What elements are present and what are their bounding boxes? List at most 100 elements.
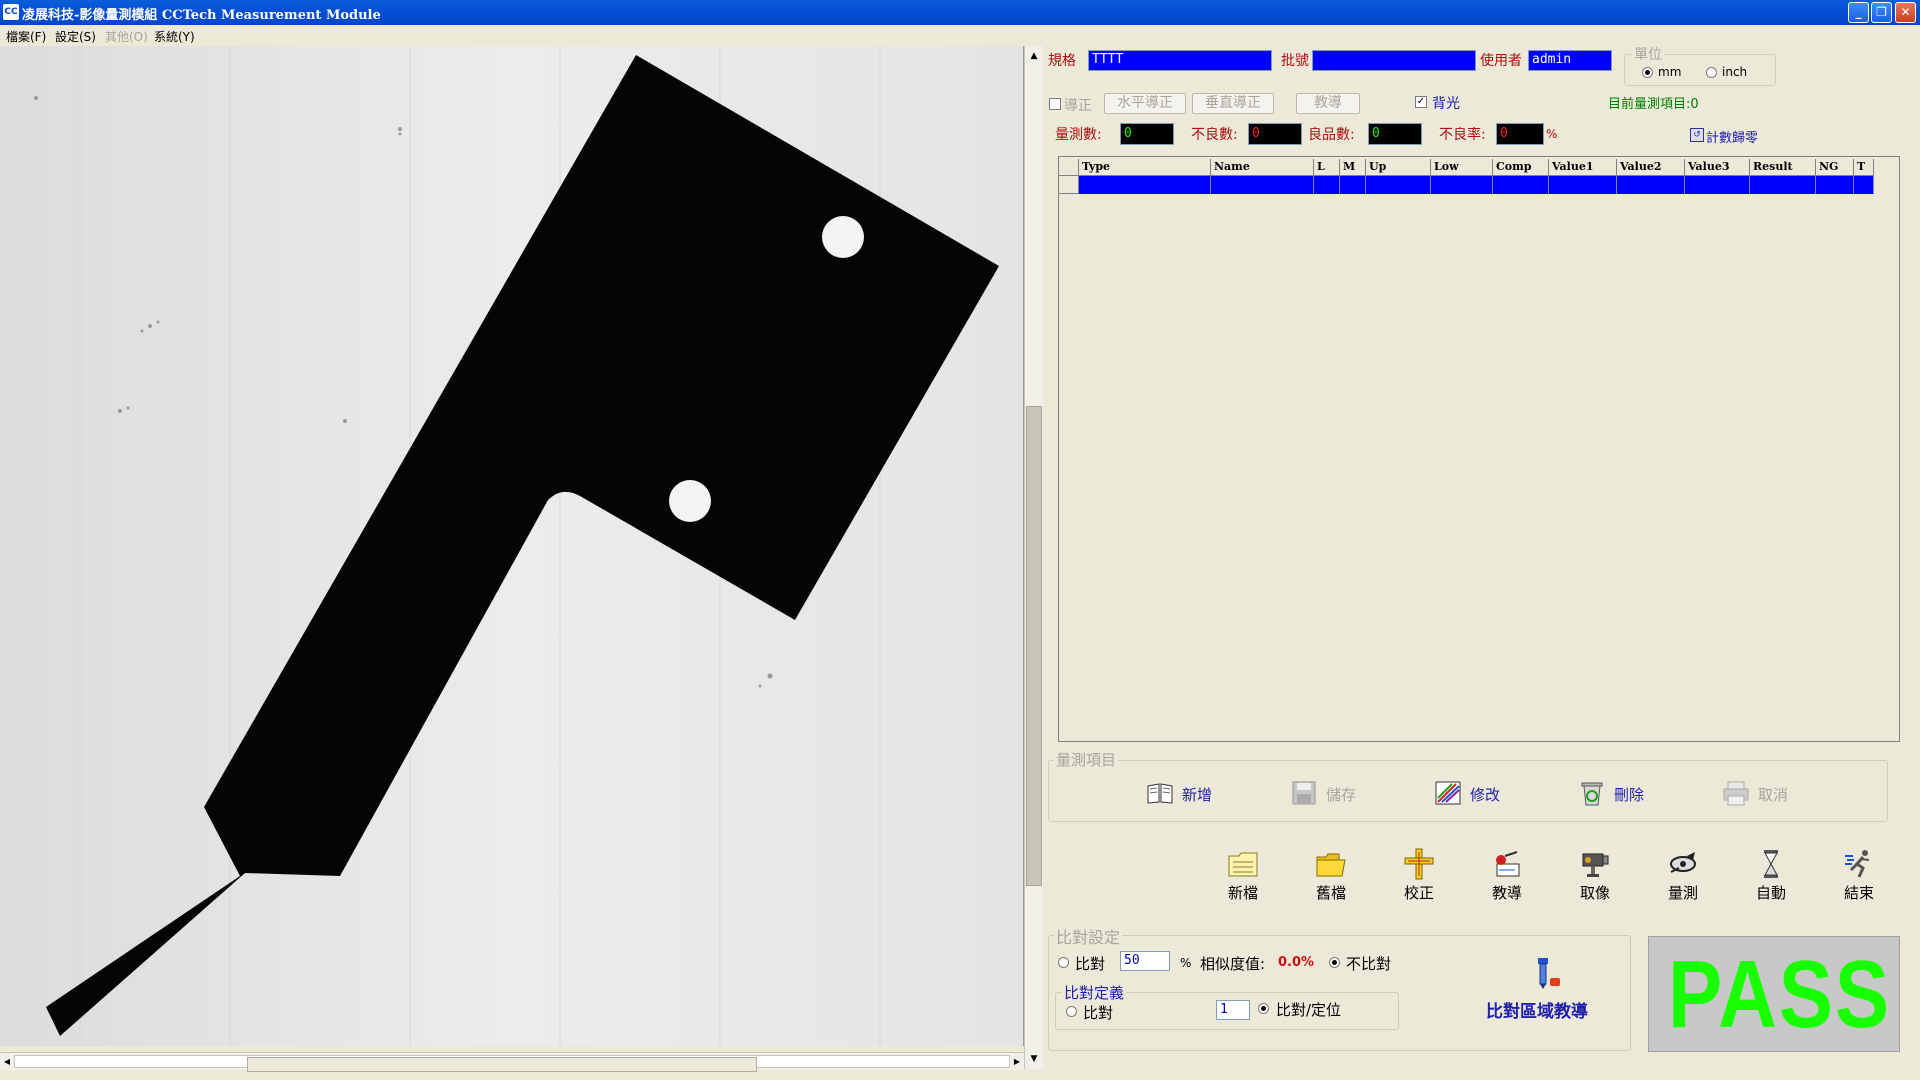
open-file-button[interactable]: 舊檔 bbox=[1301, 848, 1361, 904]
capture-label: 取像 bbox=[1579, 884, 1610, 902]
scroll-left-icon[interactable]: ◀ bbox=[1, 1055, 13, 1069]
column-value3[interactable]: Value3 bbox=[1685, 159, 1750, 176]
region-teach-icon bbox=[1538, 958, 1560, 989]
define-compare-radio[interactable] bbox=[1066, 1006, 1077, 1017]
compare-locate-radio[interactable] bbox=[1258, 1003, 1269, 1014]
open-file-label: 舊檔 bbox=[1315, 884, 1346, 902]
menu-system[interactable]: 系統(Y) bbox=[154, 28, 195, 45]
teach-button[interactable]: 教導 bbox=[1477, 848, 1537, 904]
column-low[interactable]: Low bbox=[1431, 159, 1493, 176]
book-icon bbox=[1147, 783, 1173, 804]
maximize-button[interactable]: ❐ bbox=[1871, 2, 1892, 23]
good-count-value: 0 bbox=[1368, 123, 1422, 145]
scroll-up-icon[interactable]: ▲ bbox=[1026, 48, 1042, 64]
bad-count-value: 0 bbox=[1248, 123, 1302, 145]
horizontal-scroll-thumb[interactable] bbox=[247, 1057, 757, 1072]
column-value1[interactable]: Value1 bbox=[1549, 159, 1617, 176]
similarity-label: 相似度值: bbox=[1200, 955, 1266, 973]
menu-file[interactable]: 檔案(F) bbox=[6, 28, 46, 45]
bad-rate-percent: % bbox=[1546, 127, 1558, 141]
calibrate-button[interactable]: 校正 bbox=[1389, 848, 1449, 904]
app-window: CC 凌展科技-影像量測模組 CCTech Measurement Module… bbox=[0, 0, 1920, 1080]
table-header: Type Name L M Up Low Comp Value1 Value2 … bbox=[1059, 159, 1874, 176]
reset-counter-button[interactable]: ↺ 計數歸零 bbox=[1690, 126, 1770, 146]
add-item-button[interactable]: 新增 bbox=[1146, 778, 1236, 808]
unit-inch-radio[interactable] bbox=[1706, 67, 1717, 78]
column-name[interactable]: Name bbox=[1211, 159, 1314, 176]
horizontal-calib-button[interactable]: 水平導正 bbox=[1104, 93, 1186, 114]
viewport-horizontal-scrollbar[interactable]: ◀ ▶ bbox=[0, 1052, 1024, 1072]
spec-label: 規格 bbox=[1048, 53, 1076, 69]
reset-counter-label: 計數歸零 bbox=[1706, 131, 1759, 146]
compare-define-title: 比對定義 bbox=[1062, 982, 1127, 1003]
column-l[interactable]: L bbox=[1314, 159, 1340, 176]
column-up[interactable]: Up bbox=[1366, 159, 1431, 176]
delete-item-button[interactable]: 刪除 bbox=[1578, 778, 1668, 808]
batch-label: 批號 bbox=[1281, 53, 1309, 69]
column-ng[interactable]: NG bbox=[1816, 159, 1854, 176]
vertical-scroll-thumb[interactable] bbox=[1026, 406, 1042, 886]
threshold-input[interactable]: 50 bbox=[1120, 951, 1170, 971]
measure-button[interactable]: 量測 bbox=[1653, 848, 1713, 904]
save-item-label: 儲存 bbox=[1326, 786, 1357, 804]
menu-settings[interactable]: 設定(S) bbox=[55, 28, 96, 45]
measurement-table[interactable]: Type Name L M Up Low Comp Value1 Value2 … bbox=[1058, 156, 1900, 742]
column-value2[interactable]: Value2 bbox=[1617, 159, 1685, 176]
define-index-input[interactable]: 1 bbox=[1216, 1000, 1250, 1020]
column-m[interactable]: M bbox=[1340, 159, 1366, 176]
backlight-checkbox[interactable]: ✓ bbox=[1415, 96, 1427, 108]
similarity-value: 0.0% bbox=[1278, 955, 1315, 970]
modify-item-button[interactable]: 修改 bbox=[1434, 778, 1524, 808]
measure-label: 量測 bbox=[1667, 884, 1698, 902]
new-folder-icon bbox=[1228, 852, 1258, 877]
user-input[interactable]: admin bbox=[1528, 50, 1612, 71]
calib-checkbox[interactable] bbox=[1049, 98, 1061, 110]
add-item-label: 新增 bbox=[1182, 786, 1213, 804]
menu-other[interactable]: 其他(O) bbox=[105, 28, 148, 45]
column-result[interactable]: Result bbox=[1750, 159, 1816, 176]
column-comp[interactable]: Comp bbox=[1493, 159, 1549, 176]
close-button[interactable]: ✕ bbox=[1895, 2, 1916, 23]
exit-button[interactable]: 結束 bbox=[1829, 848, 1889, 904]
current-items-text: 目前量測項目:0 bbox=[1608, 97, 1699, 112]
viewport-vertical-scrollbar[interactable]: ▲ ▼ bbox=[1024, 46, 1043, 1069]
backlight-label: 背光 bbox=[1432, 96, 1460, 112]
teach-calib-button[interactable]: 教導 bbox=[1296, 93, 1360, 114]
scroll-right-icon[interactable]: ▶ bbox=[1011, 1055, 1023, 1069]
calib-label: 導正 bbox=[1064, 98, 1092, 114]
save-item-button[interactable]: 儲存 bbox=[1290, 778, 1380, 808]
delete-item-label: 刪除 bbox=[1614, 786, 1645, 804]
column-t[interactable]: T bbox=[1854, 159, 1874, 176]
unit-group-title: 單位 bbox=[1632, 44, 1664, 64]
compare-locate-label: 比對/定位 bbox=[1276, 1001, 1342, 1019]
capture-button[interactable]: 取像 bbox=[1565, 848, 1625, 904]
caliper-icon bbox=[1670, 852, 1696, 873]
good-count-label: 良品數: bbox=[1308, 127, 1355, 143]
exit-label: 結束 bbox=[1843, 884, 1874, 902]
define-compare-label: 比對 bbox=[1083, 1004, 1114, 1022]
vertical-calib-button[interactable]: 垂直導正 bbox=[1192, 93, 1274, 114]
edit-pencils-icon bbox=[1435, 781, 1461, 805]
new-file-button[interactable]: 新檔 bbox=[1213, 848, 1273, 904]
batch-input[interactable] bbox=[1312, 50, 1476, 71]
scroll-down-icon[interactable]: ▼ bbox=[1026, 1051, 1042, 1067]
spec-input[interactable]: TTTT bbox=[1088, 50, 1272, 71]
region-teach-button[interactable]: 比對區域教導 bbox=[1480, 956, 1620, 1024]
cancel-item-button[interactable]: 取消 bbox=[1722, 778, 1812, 808]
horizontal-scroll-track[interactable] bbox=[14, 1055, 1010, 1072]
unit-mm-radio[interactable] bbox=[1642, 67, 1653, 78]
table-row[interactable] bbox=[1059, 176, 1874, 194]
printer-icon bbox=[1723, 781, 1749, 806]
column-type[interactable]: Type bbox=[1079, 159, 1211, 176]
teach-label: 教導 bbox=[1491, 884, 1522, 902]
compare-radio[interactable] bbox=[1058, 957, 1069, 968]
no-compare-radio[interactable] bbox=[1329, 957, 1340, 968]
auto-button[interactable]: 自動 bbox=[1741, 848, 1801, 904]
result-status: PASS bbox=[1667, 941, 1891, 1048]
unit-inch-label: inch bbox=[1722, 65, 1748, 79]
image-viewport[interactable] bbox=[0, 46, 1024, 1046]
hourglass-icon bbox=[1764, 850, 1778, 878]
bad-rate-label: 不良率: bbox=[1439, 127, 1486, 143]
minimize-button[interactable]: _ bbox=[1848, 2, 1869, 23]
compare-radio-label: 比對 bbox=[1075, 955, 1106, 973]
